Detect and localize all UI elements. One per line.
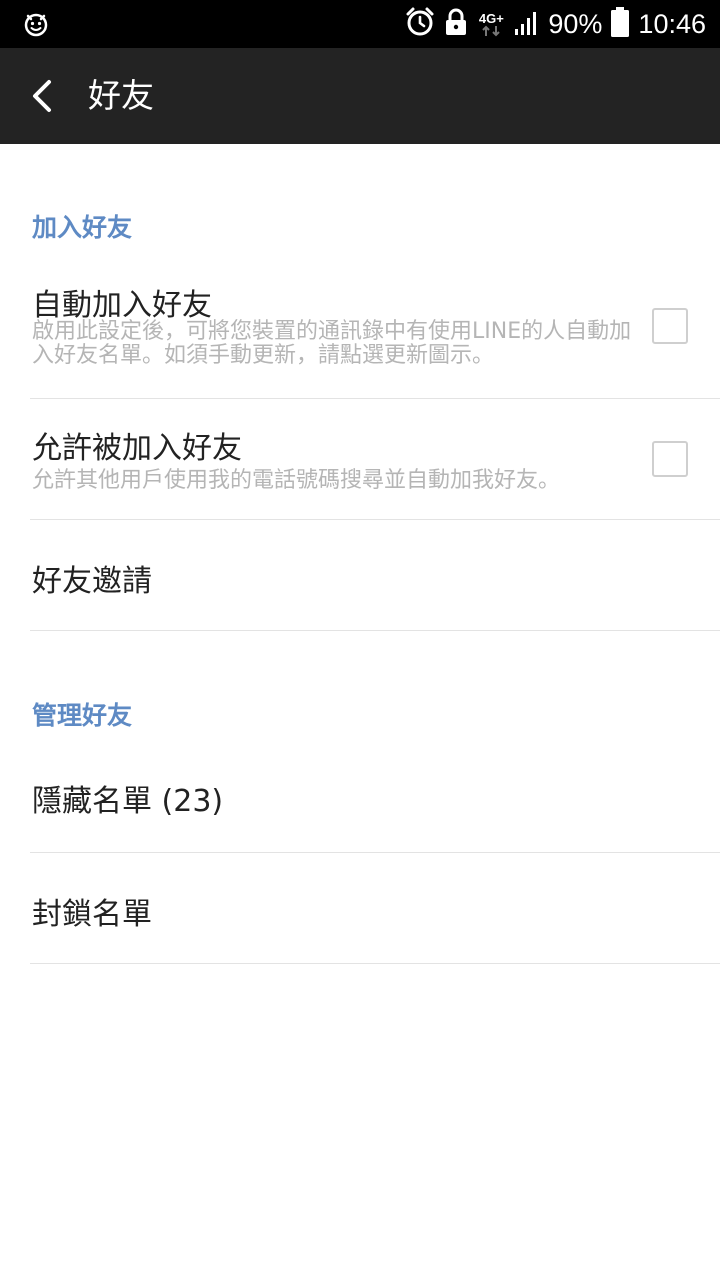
setting-description: 允許其他用戶使用我的電話號碼搜尋並自動加我好友。 <box>32 468 561 493</box>
setting-title: 封鎖名單 <box>32 897 152 932</box>
back-button[interactable] <box>18 72 66 120</box>
smiley-notification-icon <box>22 10 50 38</box>
divider <box>30 630 720 631</box>
network-type-icon: 4G+ <box>476 12 506 37</box>
setting-blocked-list[interactable]: 封鎖名單 <box>30 853 720 963</box>
setting-allow-add-by-others[interactable]: 允許被加入好友 允許其他用戶使用我的電話號碼搜尋並自動加我好友。 <box>30 399 720 519</box>
setting-hidden-list[interactable]: 隱藏名單 (23) <box>30 742 720 852</box>
setting-title: 自動加入好友 <box>32 288 212 323</box>
setting-description: 啟用此設定後，可將您裝置的通訊錄中有使用LINE的人自動加入好友名單。如須手動更… <box>32 319 632 368</box>
page-title: 好友 <box>88 76 154 115</box>
setting-auto-add-friends[interactable]: 自動加入好友 啟用此設定後，可將您裝置的通訊錄中有使用LINE的人自動加入好友名… <box>30 272 720 398</box>
section-header-manage-friends: 管理好友 <box>32 701 133 730</box>
app-bar: 好友 <box>0 48 720 144</box>
setting-title: 允許被加入好友 <box>32 431 242 466</box>
status-bar: 4G+ 90% 10:46 <box>0 0 720 48</box>
setting-friend-invitations[interactable]: 好友邀請 <box>30 520 720 630</box>
lock-icon <box>444 7 468 41</box>
divider <box>30 963 720 964</box>
auto-add-friends-checkbox[interactable] <box>652 308 688 344</box>
alarm-icon <box>404 6 436 42</box>
battery-icon <box>610 6 630 42</box>
setting-title: 隱藏名單 (23) <box>32 784 224 819</box>
chevron-left-icon <box>33 80 51 112</box>
status-icons: 4G+ 90% 10:46 <box>404 0 706 48</box>
signal-strength-icon <box>514 7 540 41</box>
battery-percent: 90% <box>548 8 603 39</box>
section-header-add-friends: 加入好友 <box>32 213 133 242</box>
clock-time: 10:46 <box>638 8 706 39</box>
setting-title: 好友邀請 <box>32 564 152 599</box>
network-type-label: 4G+ <box>478 10 504 26</box>
allow-add-by-others-checkbox[interactable] <box>652 441 688 477</box>
